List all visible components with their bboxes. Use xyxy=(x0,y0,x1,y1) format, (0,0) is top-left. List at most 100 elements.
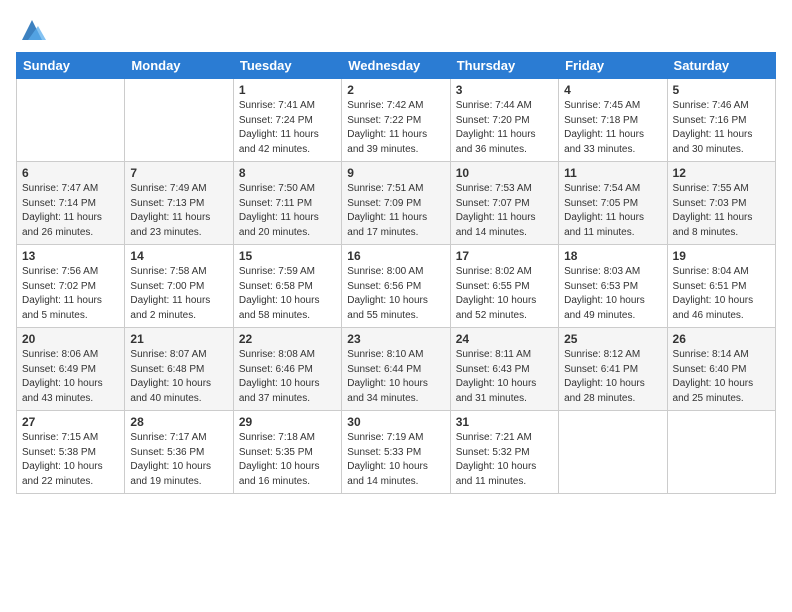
page-header xyxy=(16,16,776,44)
cell-content: Sunrise: 7:47 AMSunset: 7:14 PMDaylight:… xyxy=(22,182,119,240)
cell-content: Sunrise: 7:44 AMSunset: 7:20 PMDaylight:… xyxy=(456,99,553,157)
cell-content: Sunrise: 8:06 AMSunset: 6:49 PMDaylight:… xyxy=(22,348,119,406)
calendar-cell: 22Sunrise: 8:08 AMSunset: 6:46 PMDayligh… xyxy=(233,328,341,411)
calendar-cell: 21 Sunrise: 8:07 AMSunset: 6:48 PMDayligh… xyxy=(125,328,233,411)
calendar-cell: 9 Sunrise: 7:51 AMSunset: 7:09 PMDaylight… xyxy=(342,162,450,245)
day-number: 10 xyxy=(456,166,553,180)
day-header-tuesday: Tuesday xyxy=(233,53,341,79)
logo xyxy=(16,16,46,44)
day-number: 2 xyxy=(347,83,444,97)
calendar-cell: 11 Sunrise: 7:54 AMSunset: 7:05 PMDayligh… xyxy=(559,162,667,245)
day-number: 24 xyxy=(456,332,553,346)
day-number: 7 xyxy=(130,166,227,180)
cell-content: Sunrise: 8:07 AMSunset: 6:48 PMDaylight:… xyxy=(130,348,227,406)
calendar-cell: 18 Sunrise: 8:03 AMSunset: 6:53 PMDayligh… xyxy=(559,245,667,328)
day-number: 15 xyxy=(239,249,336,263)
day-number: 23 xyxy=(347,332,444,346)
calendar-cell xyxy=(667,411,775,494)
calendar-cell: 6 Sunrise: 7:47 AMSunset: 7:14 PMDaylight… xyxy=(17,162,125,245)
cell-content: Sunrise: 7:49 AMSunset: 7:13 PMDaylight:… xyxy=(130,182,227,240)
calendar-cell: 7 Sunrise: 7:49 AMSunset: 7:13 PMDaylight… xyxy=(125,162,233,245)
cell-content: Sunrise: 7:51 AMSunset: 7:09 PMDaylight:… xyxy=(347,182,444,240)
calendar-cell: 30 Sunrise: 7:19 AMSunset: 5:33 PMDayligh… xyxy=(342,411,450,494)
calendar-week-row: 27 Sunrise: 7:15 AMSunset: 5:38 PMDayligh… xyxy=(17,411,776,494)
calendar-cell: 28 Sunrise: 7:17 AMSunset: 5:36 PMDayligh… xyxy=(125,411,233,494)
calendar-cell: 5Sunrise: 7:46 AMSunset: 7:16 PMDaylight… xyxy=(667,79,775,162)
day-number: 25 xyxy=(564,332,661,346)
day-number: 14 xyxy=(130,249,227,263)
cell-content: Sunrise: 7:15 AMSunset: 5:38 PMDaylight:… xyxy=(22,431,119,489)
calendar-cell: 12Sunrise: 7:55 AMSunset: 7:03 PMDayligh… xyxy=(667,162,775,245)
calendar-cell: 3 Sunrise: 7:44 AMSunset: 7:20 PMDaylight… xyxy=(450,79,558,162)
day-number: 8 xyxy=(239,166,336,180)
day-number: 11 xyxy=(564,166,661,180)
day-header-wednesday: Wednesday xyxy=(342,53,450,79)
cell-content: Sunrise: 7:17 AMSunset: 5:36 PMDaylight:… xyxy=(130,431,227,489)
cell-content: Sunrise: 8:03 AMSunset: 6:53 PMDaylight:… xyxy=(564,265,661,323)
day-number: 12 xyxy=(673,166,770,180)
day-number: 13 xyxy=(22,249,119,263)
calendar-week-row: 20 Sunrise: 8:06 AMSunset: 6:49 PMDayligh… xyxy=(17,328,776,411)
cell-content: Sunrise: 7:59 AMSunset: 6:58 PMDaylight:… xyxy=(239,265,336,323)
calendar-cell: 20 Sunrise: 8:06 AMSunset: 6:49 PMDayligh… xyxy=(17,328,125,411)
day-number: 31 xyxy=(456,415,553,429)
day-header-friday: Friday xyxy=(559,53,667,79)
day-number: 19 xyxy=(673,249,770,263)
cell-content: Sunrise: 8:00 AMSunset: 6:56 PMDaylight:… xyxy=(347,265,444,323)
calendar-cell: 1 Sunrise: 7:41 AMSunset: 7:24 PMDaylight… xyxy=(233,79,341,162)
calendar-cell: 31 Sunrise: 7:21 AMSunset: 5:32 PMDayligh… xyxy=(450,411,558,494)
day-header-monday: Monday xyxy=(125,53,233,79)
cell-content: Sunrise: 8:14 AMSunset: 6:40 PMDaylight:… xyxy=(673,348,770,406)
calendar-cell: 15 Sunrise: 7:59 AMSunset: 6:58 PMDayligh… xyxy=(233,245,341,328)
cell-content: Sunrise: 7:53 AMSunset: 7:07 PMDaylight:… xyxy=(456,182,553,240)
cell-content: Sunrise: 7:19 AMSunset: 5:33 PMDaylight:… xyxy=(347,431,444,489)
day-header-saturday: Saturday xyxy=(667,53,775,79)
cell-content: Sunrise: 7:54 AMSunset: 7:05 PMDaylight:… xyxy=(564,182,661,240)
cell-content: Sunrise: 8:10 AMSunset: 6:44 PMDaylight:… xyxy=(347,348,444,406)
calendar-cell: 2 Sunrise: 7:42 AMSunset: 7:22 PMDaylight… xyxy=(342,79,450,162)
calendar-cell: 23 Sunrise: 8:10 AMSunset: 6:44 PMDayligh… xyxy=(342,328,450,411)
day-number: 3 xyxy=(456,83,553,97)
cell-content: Sunrise: 8:02 AMSunset: 6:55 PMDaylight:… xyxy=(456,265,553,323)
day-number: 16 xyxy=(347,249,444,263)
cell-content: Sunrise: 8:11 AMSunset: 6:43 PMDaylight:… xyxy=(456,348,553,406)
cell-content: Sunrise: 7:56 AMSunset: 7:02 PMDaylight:… xyxy=(22,265,119,323)
calendar-cell: 10 Sunrise: 7:53 AMSunset: 7:07 PMDayligh… xyxy=(450,162,558,245)
calendar-cell: 13 Sunrise: 7:56 AMSunset: 7:02 PMDayligh… xyxy=(17,245,125,328)
day-number: 5 xyxy=(673,83,770,97)
day-number: 29 xyxy=(239,415,336,429)
cell-content: Sunrise: 7:58 AMSunset: 7:00 PMDaylight:… xyxy=(130,265,227,323)
calendar-cell: 25 Sunrise: 8:12 AMSunset: 6:41 PMDayligh… xyxy=(559,328,667,411)
cell-content: Sunrise: 7:42 AMSunset: 7:22 PMDaylight:… xyxy=(347,99,444,157)
calendar-cell: 14 Sunrise: 7:58 AMSunset: 7:00 PMDayligh… xyxy=(125,245,233,328)
day-number: 4 xyxy=(564,83,661,97)
cell-content: Sunrise: 7:45 AMSunset: 7:18 PMDaylight:… xyxy=(564,99,661,157)
cell-content: Sunrise: 7:21 AMSunset: 5:32 PMDaylight:… xyxy=(456,431,553,489)
cell-content: Sunrise: 8:12 AMSunset: 6:41 PMDaylight:… xyxy=(564,348,661,406)
day-number: 1 xyxy=(239,83,336,97)
cell-content: Sunrise: 7:50 AMSunset: 7:11 PMDaylight:… xyxy=(239,182,336,240)
calendar-cell: 17Sunrise: 8:02 AMSunset: 6:55 PMDayligh… xyxy=(450,245,558,328)
calendar-table: SundayMondayTuesdayWednesdayThursdayFrid… xyxy=(16,52,776,494)
cell-content: Sunrise: 7:41 AMSunset: 7:24 PMDaylight:… xyxy=(239,99,336,157)
cell-content: Sunrise: 7:18 AMSunset: 5:35 PMDaylight:… xyxy=(239,431,336,489)
day-number: 26 xyxy=(673,332,770,346)
calendar-week-row: 1 Sunrise: 7:41 AMSunset: 7:24 PMDaylight… xyxy=(17,79,776,162)
day-number: 20 xyxy=(22,332,119,346)
day-number: 6 xyxy=(22,166,119,180)
day-number: 27 xyxy=(22,415,119,429)
day-number: 9 xyxy=(347,166,444,180)
day-number: 30 xyxy=(347,415,444,429)
calendar-cell: 16 Sunrise: 8:00 AMSunset: 6:56 PMDayligh… xyxy=(342,245,450,328)
day-header-thursday: Thursday xyxy=(450,53,558,79)
logo-icon xyxy=(18,16,46,44)
day-number: 18 xyxy=(564,249,661,263)
cell-content: Sunrise: 8:08 AMSunset: 6:46 PMDaylight:… xyxy=(239,348,336,406)
calendar-week-row: 6 Sunrise: 7:47 AMSunset: 7:14 PMDaylight… xyxy=(17,162,776,245)
calendar-cell xyxy=(17,79,125,162)
day-number: 21 xyxy=(130,332,227,346)
calendar-cell: 4 Sunrise: 7:45 AMSunset: 7:18 PMDaylight… xyxy=(559,79,667,162)
day-number: 28 xyxy=(130,415,227,429)
calendar-cell: 27 Sunrise: 7:15 AMSunset: 5:38 PMDayligh… xyxy=(17,411,125,494)
calendar-cell xyxy=(125,79,233,162)
